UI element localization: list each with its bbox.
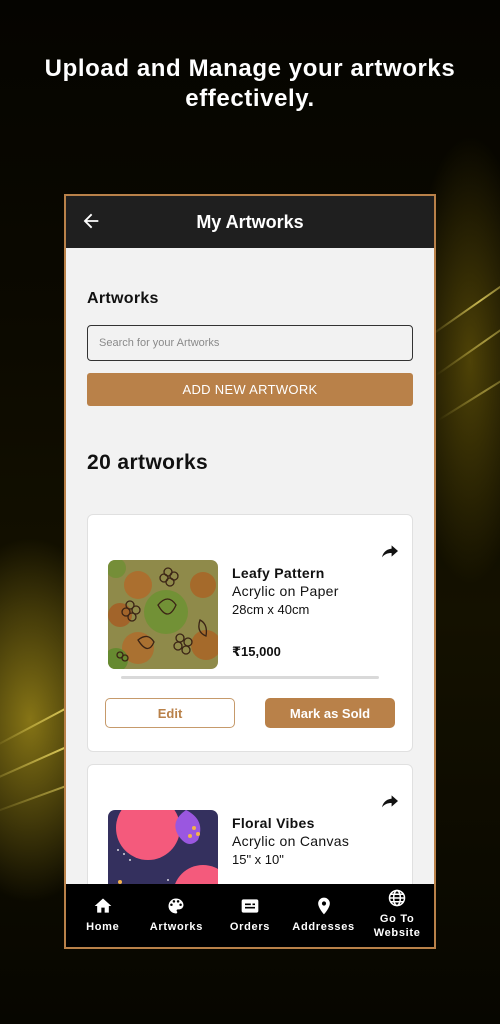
nav-label: Go To Website [374,912,421,940]
light-streak [437,361,500,421]
nav-label: Home [86,921,120,933]
light-streak [435,305,500,377]
artwork-size: 15" x 10" [232,852,284,867]
main-content: Artworks ADD NEW ARTWORK 20 artworks [66,290,434,919]
mark-as-sold-button[interactable]: Mark as Sold [265,698,395,728]
nav-go-to-website[interactable]: Go To Website [362,888,432,940]
nav-home[interactable]: Home [68,888,138,934]
artwork-info: Floral Vibes Acrylic on Canvas 15" x 10" [232,815,349,867]
card-divider [121,676,379,679]
location-pin-icon [317,897,330,915]
nav-label-line1: Go To [379,913,415,925]
promo-headline: Upload and Manage your artworks effectiv… [0,54,500,114]
artwork-card[interactable]: Floral Vibes Acrylic on Canvas 15" x 10" [87,764,413,919]
add-new-artwork-button[interactable]: ADD NEW ARTWORK [87,373,413,406]
nav-label: Orders [229,921,271,933]
globe-icon [388,889,406,907]
phone-screen: My Artworks Artworks ADD NEW ARTWORK 20 … [64,194,436,949]
edit-button[interactable]: Edit [105,698,235,728]
artwork-medium: Acrylic on Paper [232,583,339,599]
orders-icon [241,899,259,913]
home-icon [94,898,112,913]
page-title: My Artworks [196,211,304,232]
artwork-medium: Acrylic on Canvas [232,833,350,849]
nav-orders[interactable]: Orders [215,888,285,934]
artwork-count: 20 artworks [87,451,209,474]
leafy-pattern-image [108,560,218,669]
section-title: Artworks [87,290,159,307]
search-field[interactable] [87,325,413,361]
app-bar: My Artworks [66,196,434,248]
artwork-title: Leafy Pattern [232,565,325,581]
artwork-card[interactable]: Leafy Pattern Acrylic on Paper 28cm x 40… [87,514,413,752]
artwork-price: ₹15,000 [232,644,281,659]
artwork-info: Leafy Pattern Acrylic on Paper 28cm x 40… [232,565,339,660]
artwork-size: 28cm x 40cm [232,602,310,617]
promo-headline-line2: effectively. [185,85,315,112]
nav-addresses[interactable]: Addresses [289,888,359,934]
share-icon[interactable] [380,543,400,559]
nav-label: Addresses [292,921,355,933]
nav-label-line2: Website [373,927,421,939]
nav-label: Artworks [149,921,204,933]
arrow-left-icon [83,213,99,229]
light-streak [430,265,500,337]
palette-icon [168,898,184,914]
share-icon[interactable] [380,793,400,809]
back-button[interactable] [80,210,102,232]
artwork-thumbnail[interactable] [108,560,218,669]
nav-artworks[interactable]: Artworks [141,888,211,934]
artwork-title: Floral Vibes [232,815,315,831]
bottom-navigation: Home Artworks Orders Addresses Go To Web… [66,884,434,947]
search-input[interactable] [99,337,401,349]
promo-headline-line1: Upload and Manage your artworks [44,55,456,82]
